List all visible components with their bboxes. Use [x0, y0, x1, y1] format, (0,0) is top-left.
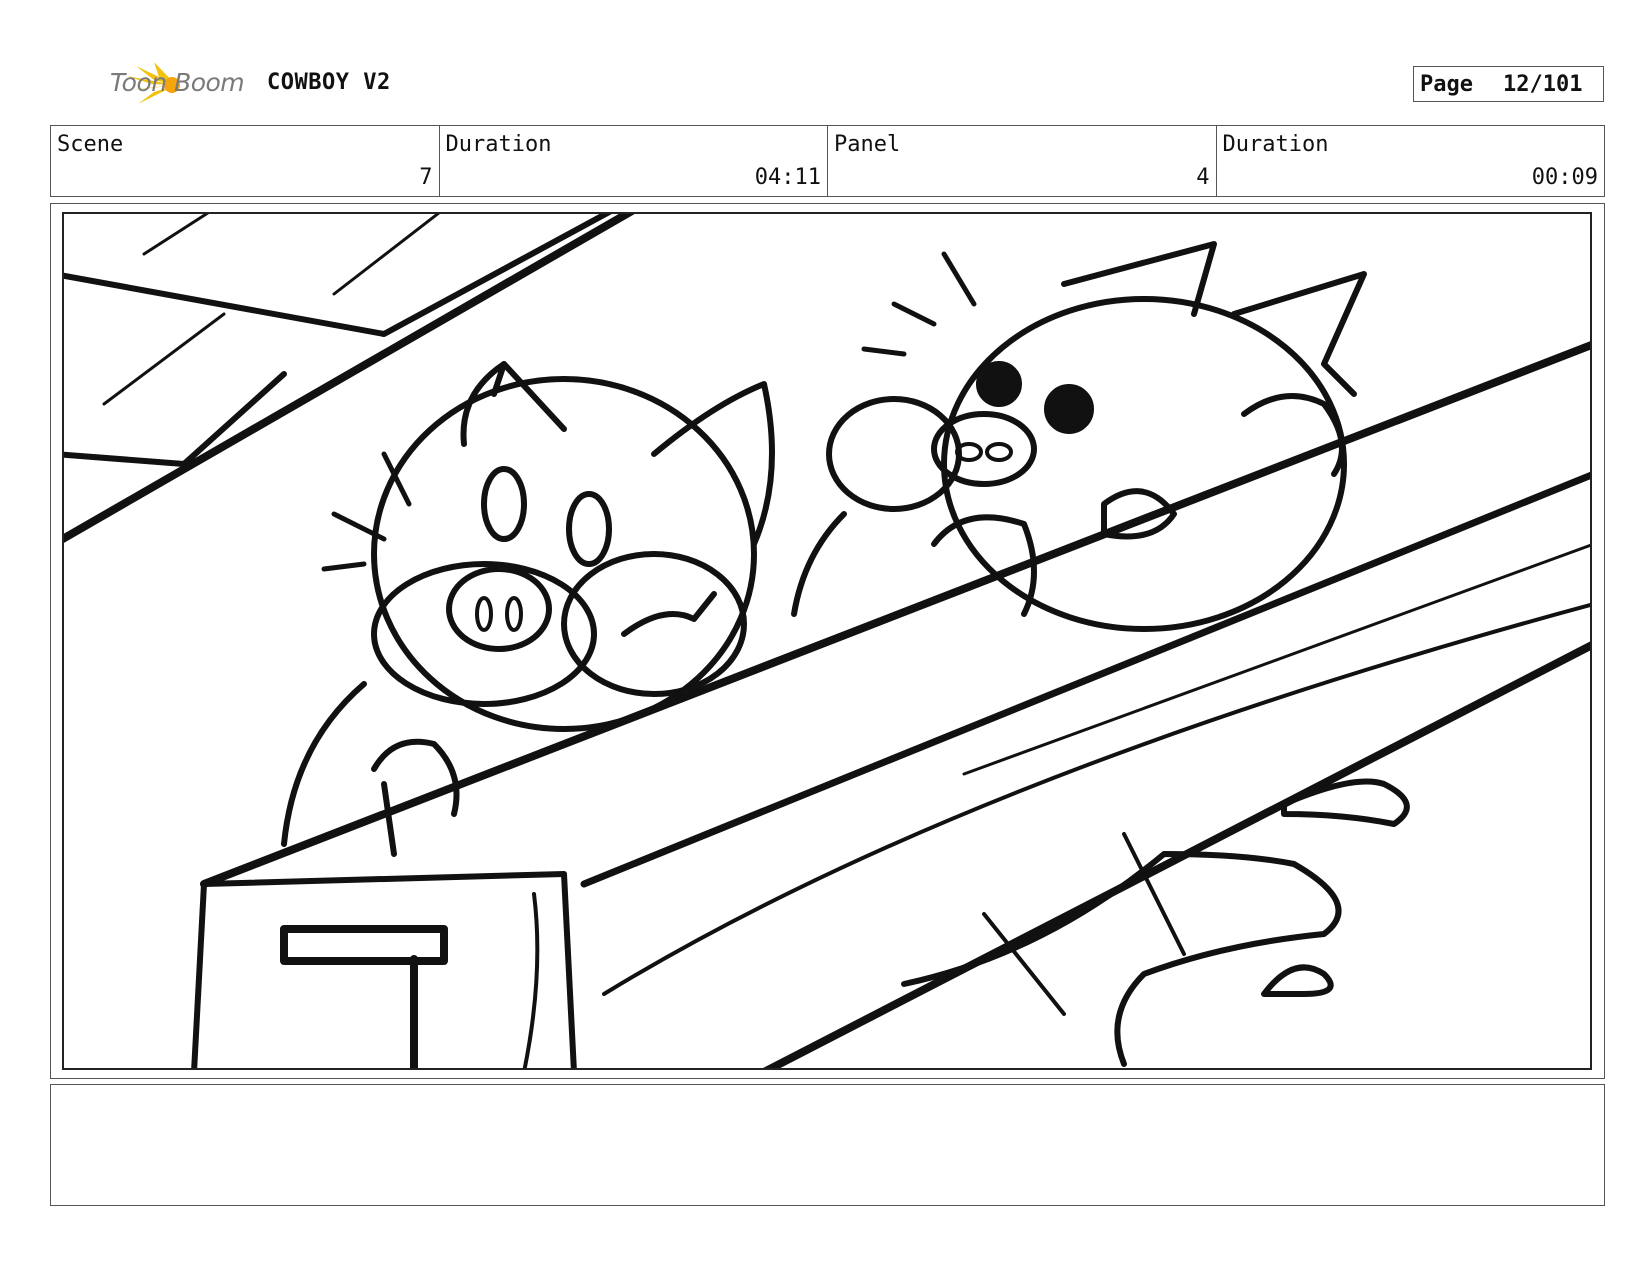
panel-notes-box[interactable]: [50, 1084, 1605, 1206]
panel-duration-label: Duration: [1222, 132, 1329, 157]
panel-value: 4: [1196, 165, 1210, 190]
pigs-sketch-illustration: [64, 214, 1590, 1068]
scene-duration-value: 04:11: [754, 165, 821, 190]
panel-label: Panel: [834, 132, 901, 157]
scene-label: Scene: [57, 132, 124, 157]
panel-duration-cell: Duration 00:09: [1217, 126, 1605, 196]
page-label: Page: [1420, 71, 1473, 97]
storyboard-drawing: [62, 212, 1592, 1070]
page-number: 12/101: [1502, 71, 1583, 97]
page-indicator: Page 12/101: [1413, 66, 1604, 102]
project-title: COWBOY V2: [267, 70, 391, 95]
panel-cell: Panel 4: [828, 126, 1217, 196]
panel-duration-value: 00:09: [1531, 165, 1598, 190]
scene-duration-cell: Duration 04:11: [440, 126, 828, 196]
scene-duration-label: Duration: [445, 132, 552, 157]
logo-text: Toon Boom: [110, 68, 245, 97]
panel-info-row: Scene 7 Duration 04:11 Panel 4 Duration …: [50, 125, 1605, 197]
scene-value: 7: [419, 165, 433, 190]
scene-cell: Scene 7: [51, 126, 440, 196]
